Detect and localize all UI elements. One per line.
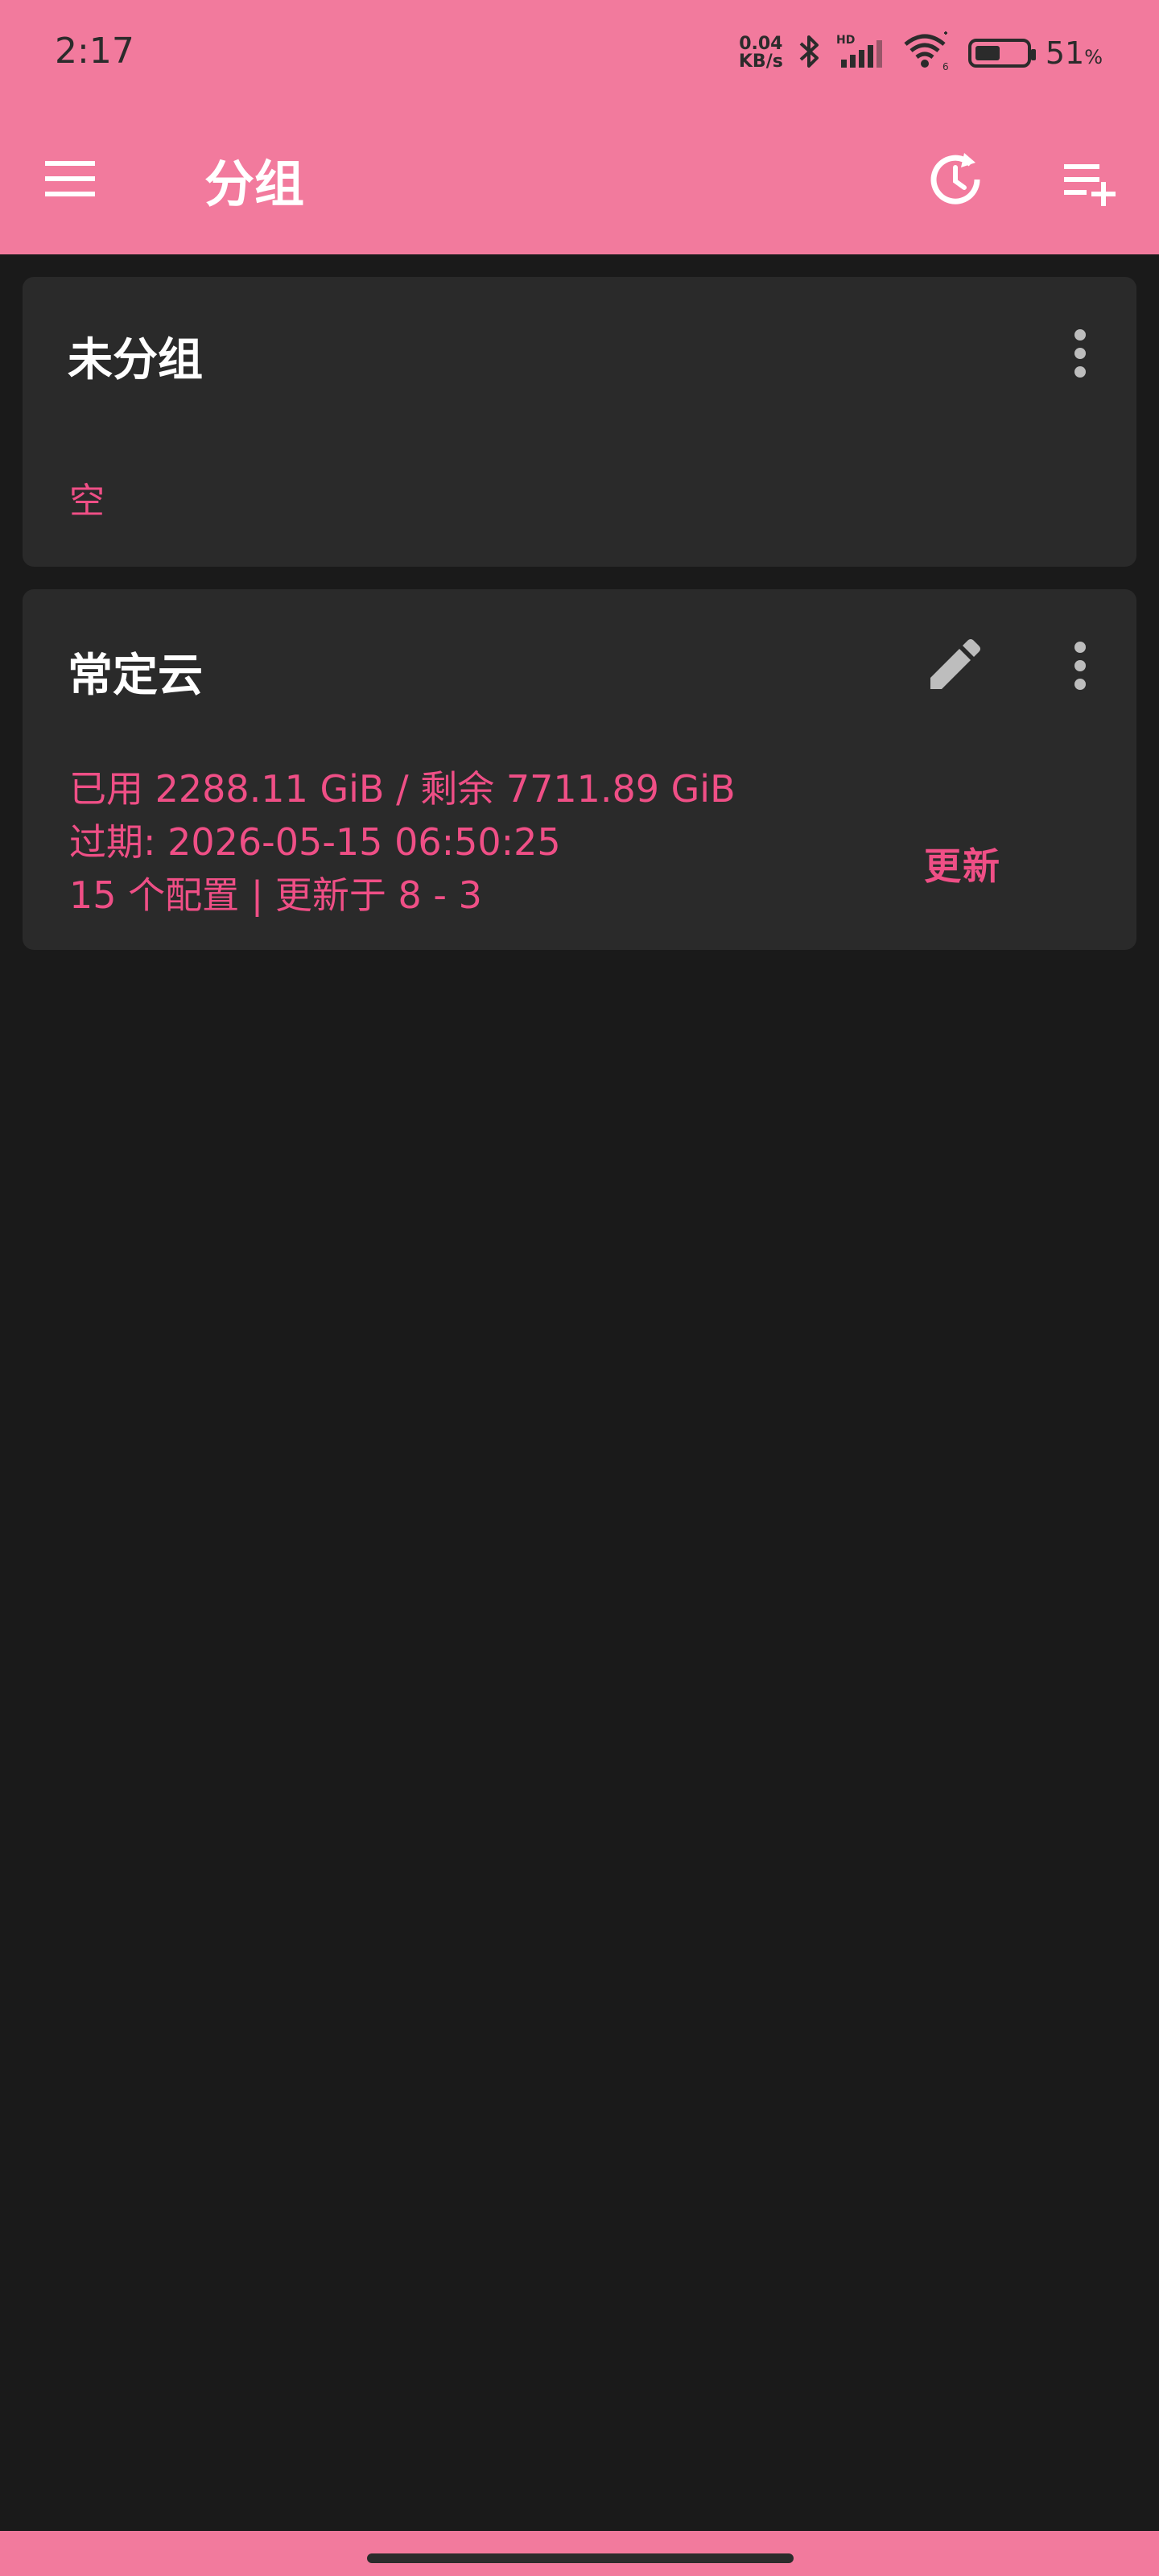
traffic-usage: 已用 2288.11 GiB / 剩余 7711.89 GiB [69, 767, 736, 811]
config-summary: 15 个配置 | 更新于 8 - 3 [69, 873, 482, 917]
battery-percent: 51% [1046, 35, 1103, 71]
more-vert-icon [1074, 329, 1086, 378]
network-speed-value: 0.04 [739, 34, 783, 54]
svg-text:HD: HD [836, 34, 855, 47]
history-button[interactable] [919, 143, 992, 216]
network-speed-unit: KB/s [738, 52, 783, 72]
svg-text:6: 6 [942, 61, 949, 72]
update-button[interactable]: 更新 [924, 837, 1001, 890]
top-bar: 2:17 0.04 KB/s HD 6 51% 分组 [0, 0, 1159, 254]
menu-button[interactable] [42, 155, 114, 211]
group-title: 未分组 [68, 334, 203, 386]
hd-signal-icon: HD [836, 32, 886, 74]
add-list-icon [1064, 164, 1116, 206]
more-vert-icon [1074, 642, 1086, 690]
group-empty-label: 空 [69, 481, 105, 522]
page-title: 分组 [204, 155, 305, 213]
status-icons: 0.04 KB/s HD 6 51% [739, 29, 1103, 77]
group-card-subscription[interactable]: 常定云 已用 2288.11 GiB / 剩余 7711.89 GiB 过期: … [23, 589, 1136, 950]
status-bar: 2:17 0.04 KB/s HD 6 51% [0, 0, 1159, 109]
battery-icon [967, 39, 1036, 68]
gesture-handle[interactable] [367, 2553, 794, 2563]
wifi-icon: 6 [901, 31, 954, 75]
group-title: 常定云 [68, 650, 203, 702]
group-more-button[interactable] [1056, 630, 1104, 702]
group-more-button[interactable] [1056, 317, 1104, 390]
status-time: 2:17 [55, 31, 134, 72]
group-edit-button[interactable] [903, 621, 992, 710]
bluetooth-icon [798, 32, 822, 74]
menu-icon [45, 161, 95, 196]
app-bar: 分组 [0, 109, 1159, 254]
battery-percent-unit: % [1084, 46, 1103, 68]
group-card-ungrouped[interactable]: 未分组 空 [23, 277, 1136, 567]
expiry-date: 过期: 2026-05-15 06:50:25 [69, 820, 561, 864]
navigation-bar [0, 2531, 1159, 2576]
network-speed: 0.04 KB/s [739, 35, 783, 71]
battery-percent-value: 51 [1045, 35, 1085, 71]
history-icon [930, 153, 980, 204]
edit-icon [930, 639, 980, 689]
add-group-button[interactable] [1054, 143, 1127, 216]
